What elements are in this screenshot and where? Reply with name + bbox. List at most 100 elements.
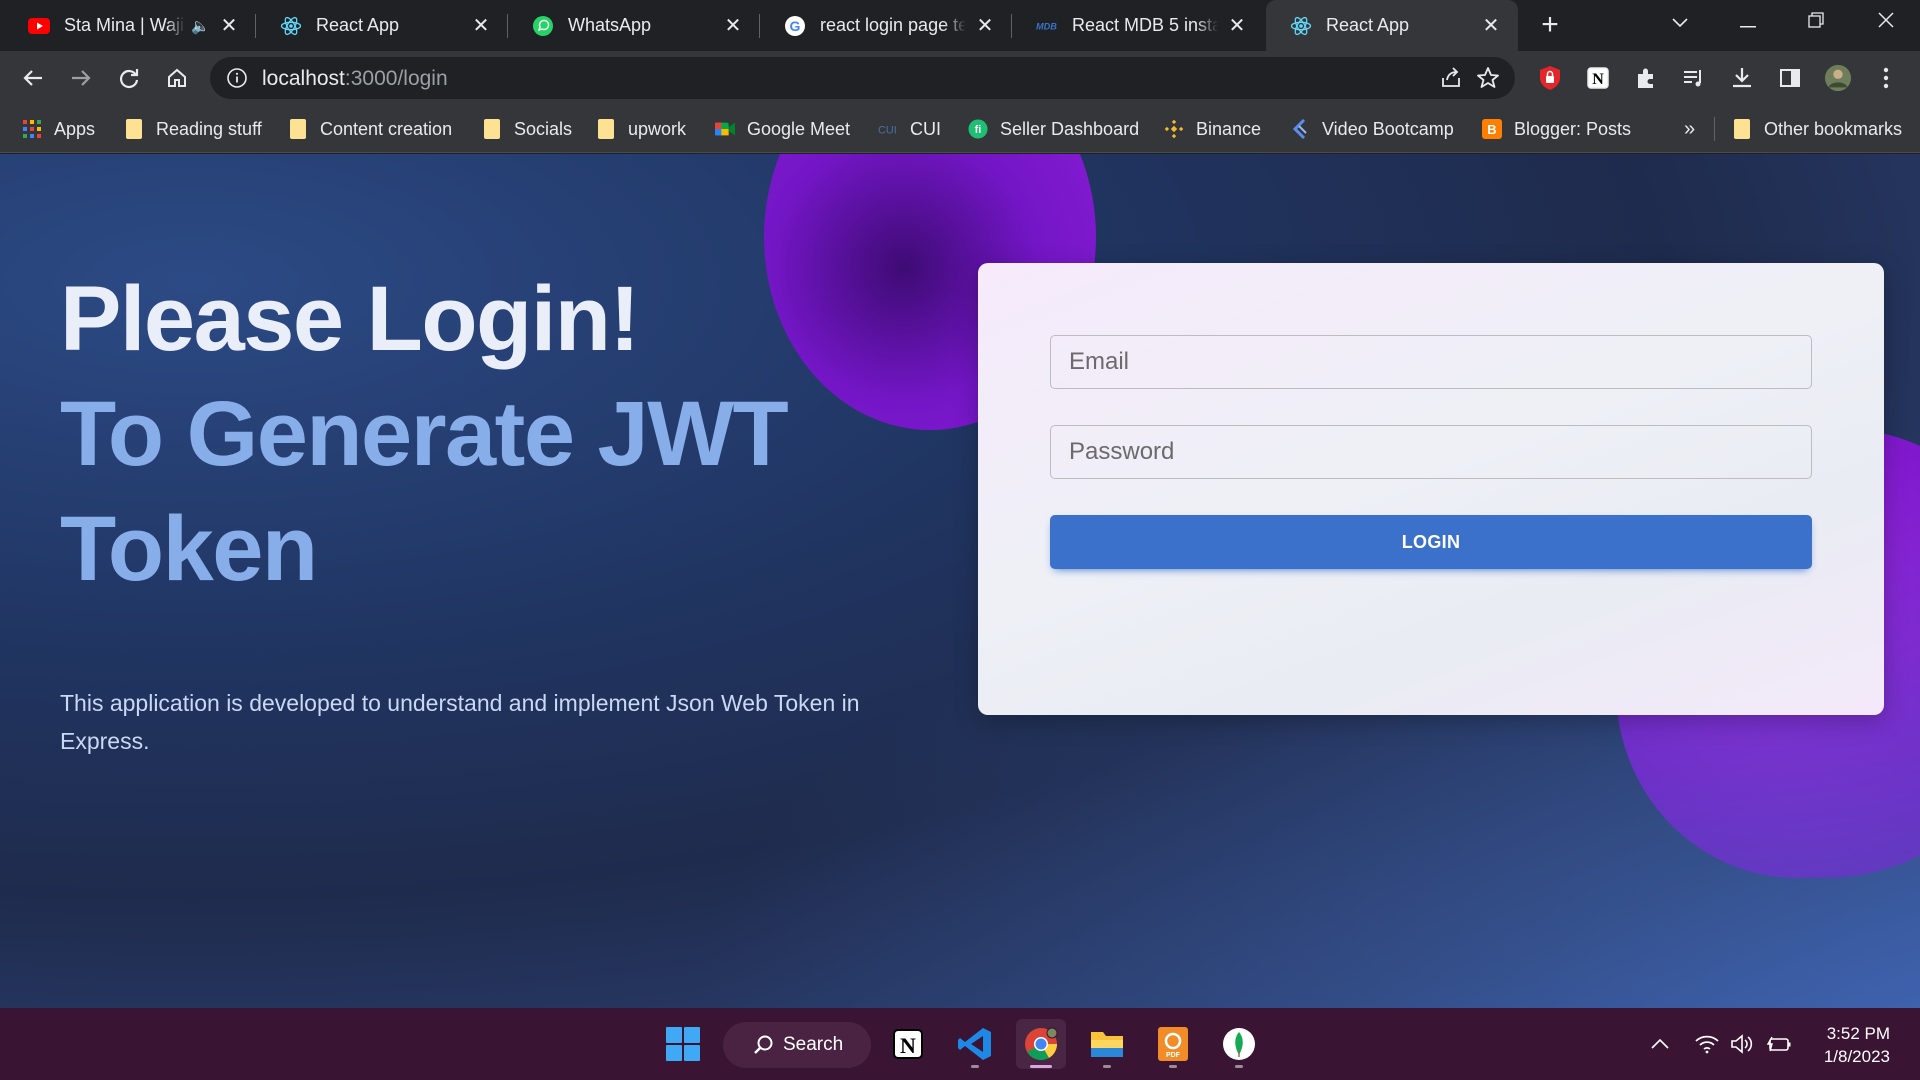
taskbar-vscode[interactable] (950, 1019, 1000, 1069)
bookmarks-divider (1714, 117, 1715, 141)
bookmark-google-meet[interactable]: Google Meet (715, 105, 850, 153)
taskbar-mongodb-compass[interactable] (1214, 1019, 1264, 1069)
svg-text:B: B (1487, 122, 1496, 137)
bookmark-other[interactable]: Other bookmarks (1732, 105, 1902, 153)
bookmark-apps[interactable]: Apps (22, 105, 95, 153)
tab-title: WhatsApp (568, 15, 652, 35)
tab-title: React App (316, 15, 400, 35)
close-window-button[interactable] (1858, 0, 1914, 44)
restore-button[interactable] (1788, 0, 1844, 44)
search-label: Search (783, 1034, 844, 1055)
wifi-icon[interactable] (1694, 1008, 1720, 1080)
media-control-icon[interactable] (1680, 64, 1708, 92)
url-text[interactable]: localhost:3000/login (262, 67, 448, 91)
start-button[interactable] (658, 1019, 708, 1069)
close-icon[interactable]: ✕ (1480, 15, 1502, 37)
kebab-menu-icon[interactable] (1872, 64, 1900, 92)
show-hidden-icons-button[interactable] (1650, 1008, 1670, 1080)
bookmark-label: CUI (910, 118, 941, 139)
email-field (1050, 335, 1812, 389)
share-icon[interactable] (1439, 66, 1463, 90)
page-description: This application is developed to underst… (60, 690, 860, 754)
title-line-1: Please Login! (60, 268, 640, 370)
taskbar-pdf-app[interactable]: PDF (1148, 1019, 1198, 1069)
tab-search-chevron-icon[interactable] (1652, 0, 1708, 44)
bookmark-label: Seller Dashboard (1000, 118, 1140, 139)
bookmark-label: Blogger: Posts (1514, 118, 1632, 139)
tab-google-search[interactable]: G react login page te ✕ (760, 0, 1012, 51)
tab-youtube[interactable]: Sta Mina | Waji 🔈 ✕ (4, 0, 256, 51)
bookmarks-overflow-button[interactable]: » (1684, 105, 1695, 153)
bookmark-folder-socials[interactable]: Socials (482, 105, 572, 153)
close-icon[interactable]: ✕ (470, 15, 492, 37)
mdb-icon: MDB (1036, 15, 1058, 37)
browser-toolbar: localhost:3000/login N (0, 51, 1920, 105)
site-info-icon[interactable] (226, 67, 248, 89)
extensions-puzzle-icon[interactable] (1632, 64, 1660, 92)
taskbar-notion[interactable]: N (883, 1019, 933, 1069)
running-indicator (1235, 1065, 1243, 1068)
taskbar-file-explorer[interactable] (1082, 1019, 1132, 1069)
address-bar[interactable]: localhost:3000/login (210, 57, 1515, 99)
tab-title: React App (1326, 15, 1410, 35)
binance-icon (1164, 119, 1184, 139)
fiverr-icon: fi (968, 119, 988, 139)
bookmark-blogger[interactable]: B Blogger: Posts (1482, 105, 1631, 153)
title-line-3: Token (60, 498, 318, 600)
whatsapp-icon (532, 15, 554, 37)
bookmark-label: Video Bootcamp (1322, 118, 1454, 139)
side-panel-icon[interactable] (1776, 64, 1804, 92)
bookmark-label: Content creation (320, 118, 453, 139)
profile-avatar[interactable] (1824, 64, 1852, 92)
notion-extension-icon[interactable]: N (1584, 64, 1612, 92)
page-title: Please Login! To Generate JWT Token (60, 262, 920, 607)
bookmark-binance[interactable]: Binance (1164, 105, 1261, 153)
back-button[interactable] (16, 61, 50, 95)
password-input[interactable] (1051, 426, 1811, 478)
adblock-extension-icon[interactable] (1536, 64, 1564, 92)
home-button[interactable] (160, 61, 194, 95)
bookmark-seller-dashboard[interactable]: fi Seller Dashboard (968, 105, 1139, 153)
bookmark-video-bootcamp[interactable]: Video Bootcamp (1290, 105, 1454, 153)
close-icon[interactable]: ✕ (974, 15, 996, 37)
tab-react-app-active[interactable]: React App ✕ (1266, 0, 1518, 51)
title-line-2: To Generate JWT (60, 383, 789, 485)
svg-text:N: N (900, 1033, 916, 1058)
taskbar-chrome[interactable] (1016, 1019, 1066, 1069)
bookmark-label: Apps (54, 118, 96, 139)
close-icon[interactable]: ✕ (218, 15, 240, 37)
bookmark-folder-content[interactable]: Content creation (288, 105, 452, 153)
system-clock[interactable]: 3:52 PM 1/8/2023 (1824, 1022, 1890, 1068)
download-icon[interactable] (1728, 64, 1756, 92)
close-icon[interactable]: ✕ (722, 15, 744, 37)
react-icon (1290, 15, 1312, 37)
bookmark-label: upwork (628, 118, 687, 139)
bookmark-folder-reading[interactable]: Reading stuff (124, 105, 262, 153)
apps-grid-icon (22, 119, 42, 139)
running-indicator (971, 1065, 979, 1068)
new-tab-button[interactable]: + (1534, 10, 1566, 42)
folder-icon (1732, 119, 1752, 139)
login-button[interactable]: LOGIN (1050, 515, 1812, 569)
svg-text:fi: fi (975, 124, 982, 136)
battery-icon[interactable] (1766, 1008, 1792, 1080)
speaker-icon[interactable]: 🔈 (191, 17, 210, 35)
bookmark-folder-upwork[interactable]: upwork (596, 105, 686, 153)
tab-whatsapp[interactable]: WhatsApp ✕ (508, 0, 760, 51)
bookmark-star-icon[interactable] (1475, 65, 1501, 91)
tab-title: React MDB 5 install (1072, 15, 1218, 35)
tab-mdb[interactable]: MDB React MDB 5 install ✕ (1012, 0, 1264, 51)
minimize-button[interactable] (1720, 0, 1776, 44)
forward-button[interactable] (64, 61, 98, 95)
email-input[interactable] (1051, 336, 1811, 388)
bookmark-label: Other bookmarks (1764, 118, 1903, 139)
clock-time: 3:52 PM (1826, 1024, 1890, 1043)
close-icon[interactable]: ✕ (1226, 15, 1248, 37)
tab-react-app[interactable]: React App ✕ (256, 0, 508, 51)
bookmark-label: Reading stuff (156, 118, 262, 139)
volume-icon[interactable] (1730, 1008, 1754, 1080)
bookmark-cui[interactable]: CUI CUI (878, 105, 941, 153)
google-icon: G (784, 15, 806, 37)
taskbar-search[interactable]: Search (723, 1022, 871, 1068)
reload-button[interactable] (112, 61, 146, 95)
